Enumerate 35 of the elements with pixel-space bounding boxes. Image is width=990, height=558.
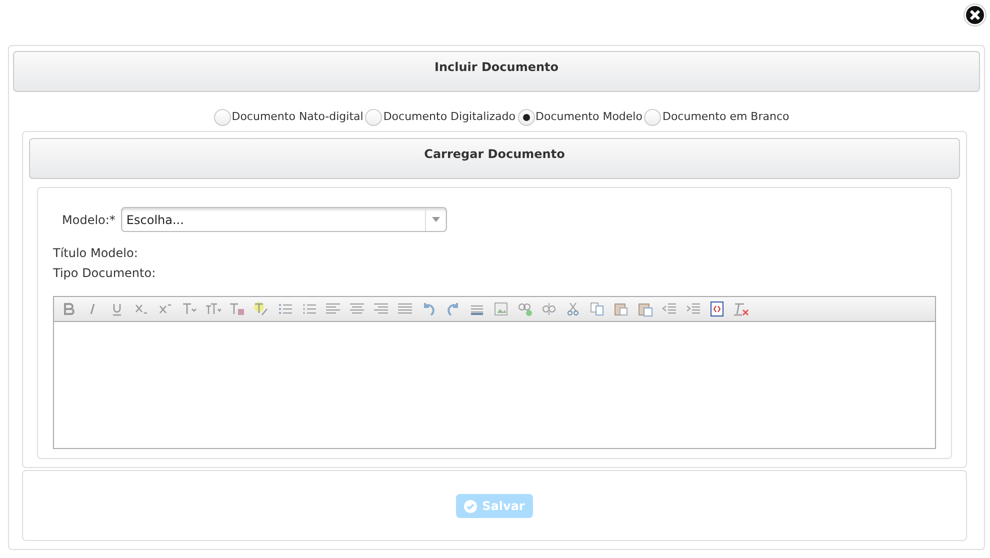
clipboard-icon[interactable]: [637, 301, 653, 317]
copy-icon[interactable]: [589, 301, 605, 317]
font-size-icon[interactable]: [181, 301, 197, 317]
info-label: Título Modelo:: [53, 245, 138, 262]
model-select[interactable]: Escolha...: [121, 207, 448, 232]
highlight-icon[interactable]: [253, 301, 269, 317]
text-color-icon[interactable]: [229, 301, 245, 317]
radio-button[interactable]: [644, 108, 662, 126]
bold-icon[interactable]: [61, 301, 77, 317]
dropdown-arrow-icon: [432, 217, 440, 222]
clipboard-icon[interactable]: [613, 301, 629, 317]
radio-button[interactable]: [214, 108, 231, 126]
image-icon[interactable]: [493, 301, 509, 317]
field-label: Modelo:*: [62, 212, 116, 228]
radio-button[interactable]: [365, 108, 382, 126]
info-label: Tipo Documento:: [53, 265, 156, 282]
source-code-icon[interactable]: [709, 301, 725, 317]
radio-button[interactable]: [518, 108, 534, 126]
font-size-icon[interactable]: [205, 301, 221, 317]
redo-icon[interactable]: [445, 301, 461, 317]
check-icon: [464, 500, 478, 512]
undo-icon[interactable]: [421, 301, 437, 317]
section-title: Carregar Documento: [29, 138, 960, 179]
link-icon[interactable]: [517, 301, 533, 317]
close-icon[interactable]: [963, 3, 987, 27]
bullet-list-icon[interactable]: [277, 301, 293, 317]
clear-format-icon[interactable]: [733, 301, 749, 317]
dialog-title: Incluir Documento: [13, 51, 980, 92]
unlink-icon[interactable]: [541, 301, 557, 317]
radio-label[interactable]: Documento Nato-digital: [232, 108, 364, 126]
radio-label[interactable]: Documento em Branco: [662, 108, 790, 126]
radio-label[interactable]: Documento Digitalizado: [383, 108, 516, 126]
radio-label[interactable]: Documento Modelo: [536, 108, 642, 126]
scissors-icon[interactable]: [565, 301, 581, 317]
numbered-list-icon[interactable]: [301, 301, 317, 317]
